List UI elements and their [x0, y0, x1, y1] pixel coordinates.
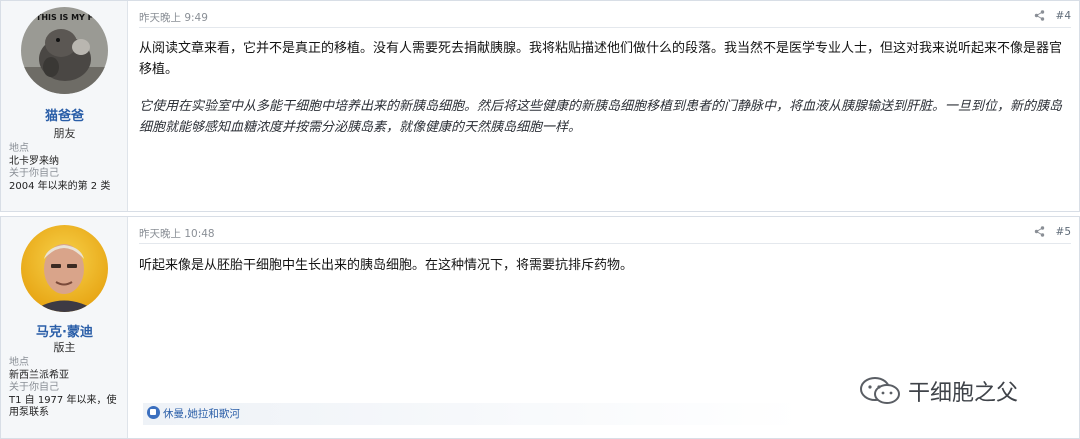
post-4: THIS IS MY F 猫爸爸 朋友 地点 北卡罗来纳 关于你自己 2004 …	[0, 0, 1080, 212]
like-icon	[147, 406, 160, 419]
about-label: 关于你自己	[9, 168, 59, 179]
share-icon[interactable]	[1034, 226, 1045, 240]
reactions-users[interactable]: 休曼,她拉和歌河	[163, 408, 240, 420]
user-sidebar: THIS IS MY F 猫爸爸 朋友 地点 北卡罗来纳 关于你自己 2004 …	[1, 1, 128, 211]
user-title: 版主	[53, 341, 76, 354]
post-paragraph: 听起来像是从胚胎干细胞中生长出来的胰岛细胞。在这种情况下，将需要抗排斥药物。	[139, 258, 634, 273]
reactions-bar[interactable]: 休曼,她拉和歌河	[143, 403, 803, 425]
location-value: 北卡罗来纳	[9, 155, 59, 167]
post-paragraph: 从阅读文章来看，它并不是真正的移植。没有人需要死去捐献胰腺。我将粘贴描述他们做什…	[139, 41, 1063, 77]
watermark: 干细胞之父	[858, 374, 1018, 408]
username[interactable]: 马克·蒙迪	[1, 321, 128, 340]
header-divider	[139, 27, 1071, 28]
avatar[interactable]	[21, 225, 108, 312]
user-title: 朋友	[53, 127, 76, 140]
post-timestamp[interactable]: 昨天晚上 9:49	[139, 10, 208, 25]
username[interactable]: 猫爸爸	[1, 105, 128, 124]
post-number[interactable]: #4	[1056, 10, 1071, 22]
location-label: 地点	[9, 357, 29, 368]
user-info: 地点 新西兰派希亚 关于你自己 T1 自 1977 年以来，使用泵联系	[9, 357, 125, 420]
avatar[interactable]: THIS IS MY F	[21, 7, 108, 94]
user-info: 地点 北卡罗来纳 关于你自己 2004 年以来的第 2 类	[9, 143, 125, 193]
about-label: 关于你自己	[9, 382, 59, 393]
share-icon[interactable]	[1034, 10, 1045, 24]
header-divider	[139, 243, 1071, 244]
about-value: 2004 年以来的第 2 类	[9, 180, 111, 192]
post-timestamp[interactable]: 昨天晚上 10:48	[139, 226, 215, 241]
watermark-text: 干细胞之父	[908, 381, 1019, 406]
user-sidebar: 马克·蒙迪 版主 地点 新西兰派希亚 关于你自己 T1 自 1977 年以来，使…	[1, 217, 128, 438]
wechat-logo-icon	[858, 376, 902, 406]
location-value: 新西兰派希亚	[9, 369, 69, 381]
avatar-caption: THIS IS MY F	[35, 13, 94, 22]
location-label: 地点	[9, 143, 29, 154]
about-value: T1 自 1977 年以来，使用泵联系	[9, 394, 117, 419]
post-number[interactable]: #5	[1056, 226, 1071, 238]
post-quote: 它使用在实验室中从多能干细胞中培养出来的新胰岛细胞。然后将这些健康的新胰岛细胞移…	[139, 99, 1063, 135]
